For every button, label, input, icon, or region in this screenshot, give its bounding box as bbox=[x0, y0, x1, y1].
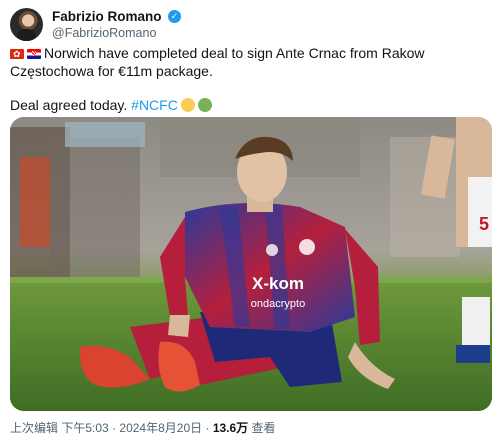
jersey-sponsor: X-kom bbox=[252, 274, 304, 293]
tweet-date[interactable]: 2024年8月20日 bbox=[119, 421, 202, 435]
green-circle-icon bbox=[197, 98, 212, 112]
hong-kong-flag-icon bbox=[10, 46, 24, 64]
tweet-text-line1: Norwich have completed deal to sign Ante… bbox=[44, 45, 425, 61]
opponent-shirt-number: 5 bbox=[479, 214, 489, 234]
verified-badge-icon: ✓ bbox=[168, 10, 181, 23]
tweet-photo[interactable]: 5 X-kom ondacrypto bbox=[10, 117, 492, 411]
croatia-flag-icon bbox=[27, 49, 41, 59]
tweet-text-line2: Częstochowa for €11m package. bbox=[10, 62, 213, 79]
tweet-meta: 上次编辑 下午5:03 · 2024年8月20日 · 13.6万 查看 bbox=[10, 421, 276, 435]
tweet-line-1: Norwich have completed deal to sign Ante… bbox=[10, 45, 490, 64]
hashtag-link[interactable]: #NCFC bbox=[131, 97, 178, 113]
meta-separator: · bbox=[112, 421, 117, 435]
views-label: 查看 bbox=[251, 421, 276, 435]
author-display-name[interactable]: Fabrizio Romano bbox=[52, 9, 162, 25]
meta-separator-2: · bbox=[205, 421, 210, 435]
yellow-circle-icon bbox=[180, 98, 195, 112]
tweet-text: Norwich have completed deal to sign Ante… bbox=[10, 45, 490, 115]
player-photo-illustration: 5 X-kom ondacrypto bbox=[10, 117, 492, 411]
jersey-sponsor-sub: ondacrypto bbox=[251, 298, 305, 310]
author-handle[interactable]: @FabrizioRomano bbox=[52, 26, 156, 41]
tweet-time[interactable]: 下午5:03 bbox=[61, 421, 108, 435]
tweet-line-3: Deal agreed today. #NCFC bbox=[10, 97, 490, 115]
avatar[interactable] bbox=[10, 8, 43, 41]
view-count: 13.6万 bbox=[212, 421, 249, 435]
tweet-header: Fabrizio Romano ✓ @FabrizioRomano bbox=[10, 7, 490, 41]
edited-label[interactable]: 上次编辑 bbox=[10, 421, 58, 435]
tweet-text-line3: Deal agreed today. bbox=[10, 97, 128, 113]
